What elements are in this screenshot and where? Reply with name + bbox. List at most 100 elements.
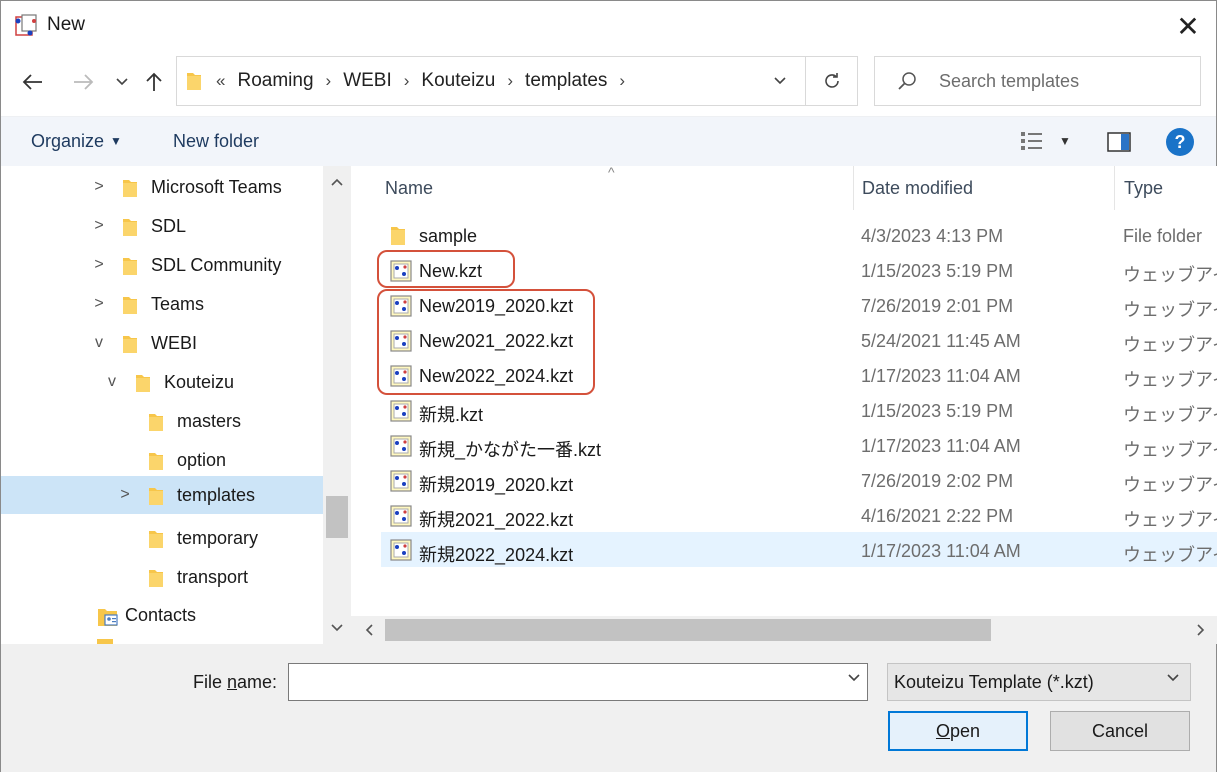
tree-item-templates[interactable]: > templates <box>1 476 323 514</box>
recent-locations-button[interactable] <box>107 67 137 97</box>
tree-item-kouteizu[interactable]: v Kouteizu <box>1 363 323 401</box>
chevron-right-icon[interactable]: > <box>117 476 133 514</box>
app-icon <box>15 14 37 36</box>
folder-icon <box>123 336 137 353</box>
chevron-right-icon[interactable]: > <box>91 285 107 323</box>
list-item[interactable]: 新規2021_2022.kzt 4/16/2021 2:22 PM ウェッブアイ <box>381 499 1217 534</box>
tree-vertical-scrollbar[interactable] <box>323 166 351 644</box>
column-header-name[interactable]: Name <box>385 166 433 210</box>
breadcrumb-templates[interactable]: templates <box>525 70 607 92</box>
tree-item-sdl-community[interactable]: > SDL Community <box>1 246 323 284</box>
tree-item-option[interactable]: option <box>1 441 323 479</box>
file-type-select[interactable]: Kouteizu Template (*.kzt) <box>887 663 1191 701</box>
list-item[interactable]: 新規2019_2020.kzt 7/26/2019 2:02 PM ウェッブアイ <box>381 464 1217 499</box>
tree-item-contacts[interactable]: Contacts <box>1 596 323 634</box>
tree-label: WEBI <box>151 333 198 353</box>
breadcrumb-roaming[interactable]: Roaming <box>237 70 313 92</box>
list-item[interactable]: New2019_2020.kzt 7/26/2019 2:01 PM ウェッブア… <box>381 289 1217 324</box>
scroll-thumb[interactable] <box>385 619 991 641</box>
breadcrumb-overflow[interactable]: « <box>216 71 225 91</box>
open-label: pen <box>949 720 981 741</box>
tree-label: templates <box>177 485 256 505</box>
file-type: ウェッブアイ <box>1123 265 1217 285</box>
tree-label: temporary <box>177 528 259 548</box>
file-type: ウェッブアイ <box>1123 370 1217 390</box>
tree-item-microsoft-teams[interactable]: > Microsoft Teams <box>1 168 323 206</box>
kzt-file-icon <box>390 539 412 561</box>
column-divider[interactable] <box>1114 166 1115 210</box>
list-horizontal-scrollbar[interactable] <box>351 616 1217 644</box>
view-options-icon[interactable] <box>1019 130 1045 152</box>
folder-icon <box>149 488 163 505</box>
file-date: 1/17/2023 11:04 AM <box>861 366 1021 386</box>
file-type: ウェッブアイ <box>1123 510 1217 530</box>
preview-pane-icon[interactable] <box>1107 132 1131 152</box>
file-type: ウェッブアイ <box>1123 440 1217 460</box>
address-dropdown-button[interactable] <box>755 57 805 105</box>
tree-item-transport[interactable]: transport <box>1 558 323 596</box>
up-button[interactable] <box>139 67 169 97</box>
arrow-left-icon <box>22 74 42 90</box>
list-item[interactable]: 新規2022_2024.kzt 1/17/2023 11:04 AM ウェッブア… <box>381 532 1217 567</box>
kzt-file-icon <box>390 330 412 352</box>
file-name-input[interactable] <box>288 663 868 701</box>
view-caret-icon[interactable]: ▼ <box>1059 134 1071 148</box>
folder-icon <box>136 375 150 392</box>
tree-item-sdl[interactable]: > SDL <box>1 207 323 245</box>
list-item[interactable]: New2022_2024.kzt 1/17/2023 11:04 AM ウェッブ… <box>381 359 1217 394</box>
chevron-down-icon <box>116 78 128 86</box>
column-header-date-modified[interactable]: Date modified <box>862 166 973 210</box>
tree-label: Contacts <box>125 605 197 625</box>
forward-button[interactable] <box>68 67 98 97</box>
column-divider[interactable] <box>853 166 854 210</box>
chevron-right-icon[interactable]: > <box>91 207 107 245</box>
list-item[interactable]: 新規.kzt 1/15/2023 5:19 PM ウェッブアイ <box>381 394 1217 429</box>
scroll-thumb[interactable] <box>326 496 348 538</box>
list-item[interactable]: New.kzt 1/15/2023 5:19 PM ウェッブアイ <box>381 254 1217 289</box>
chevron-down-icon <box>774 77 786 85</box>
open-button[interactable]: Open <box>888 711 1028 751</box>
scroll-left-icon[interactable] <box>355 616 383 644</box>
tree-item-webi[interactable]: v WEBI <box>1 324 323 362</box>
close-button[interactable]: ✕ <box>1160 1 1216 51</box>
breadcrumb-kouteizu[interactable]: Kouteizu <box>421 70 495 92</box>
chevron-right-icon[interactable]: › <box>404 71 410 91</box>
file-date: 1/17/2023 11:04 AM <box>861 541 1021 561</box>
chevron-down-icon[interactable]: v <box>91 324 107 362</box>
chevron-right-icon[interactable]: › <box>507 71 513 91</box>
list-item[interactable]: sample 4/3/2023 4:13 PM File folder <box>381 219 1217 254</box>
tree-item-teams[interactable]: > Teams <box>1 285 323 323</box>
tree-item-masters[interactable]: masters <box>1 402 323 440</box>
chevron-right-icon[interactable]: › <box>619 71 625 91</box>
chevron-right-icon[interactable]: > <box>91 246 107 284</box>
search-box[interactable]: Search templates <box>874 56 1201 106</box>
tree-item-temporary[interactable]: temporary <box>1 519 323 557</box>
kzt-file-icon <box>390 260 412 282</box>
scroll-right-icon[interactable] <box>1187 616 1215 644</box>
file-name: 新規2019_2020.kzt <box>419 475 574 495</box>
file-type: ウェッブアイ <box>1123 300 1217 320</box>
navigation-tree: > Microsoft Teams > SDL > SDL Community … <box>1 166 351 644</box>
breadcrumb-webi[interactable]: WEBI <box>343 70 392 92</box>
help-button[interactable]: ? <box>1166 128 1194 156</box>
scroll-down-icon[interactable] <box>323 614 351 642</box>
back-button[interactable] <box>18 67 48 97</box>
search-input[interactable]: Search templates <box>939 71 1079 92</box>
folder-icon <box>187 73 201 90</box>
file-date: 5/24/2021 11:45 AM <box>861 331 1021 351</box>
command-bar: Organize ▼ New folder ▼ ? <box>1 116 1216 166</box>
chevron-right-icon[interactable]: > <box>91 168 107 206</box>
chevron-down-icon[interactable]: v <box>104 363 120 401</box>
chevron-right-icon[interactable]: › <box>326 71 332 91</box>
new-folder-button[interactable]: New folder <box>173 131 259 152</box>
list-item[interactable]: New2021_2022.kzt 5/24/2021 11:45 AM ウェッブ… <box>381 324 1217 359</box>
scroll-up-icon[interactable] <box>323 168 351 196</box>
arrow-up-icon <box>146 72 162 91</box>
chevron-down-icon[interactable] <box>847 673 861 683</box>
cancel-button[interactable]: Cancel <box>1050 711 1190 751</box>
list-item[interactable]: 新規_かながた一番.kzt 1/17/2023 11:04 AM ウェッブアイ <box>381 429 1217 464</box>
refresh-button[interactable] <box>805 57 857 105</box>
column-header-type[interactable]: Type <box>1124 166 1163 210</box>
organize-button[interactable]: Organize ▼ <box>31 131 122 152</box>
address-bar[interactable]: « Roaming › WEBI › Kouteizu › templates … <box>176 56 858 106</box>
